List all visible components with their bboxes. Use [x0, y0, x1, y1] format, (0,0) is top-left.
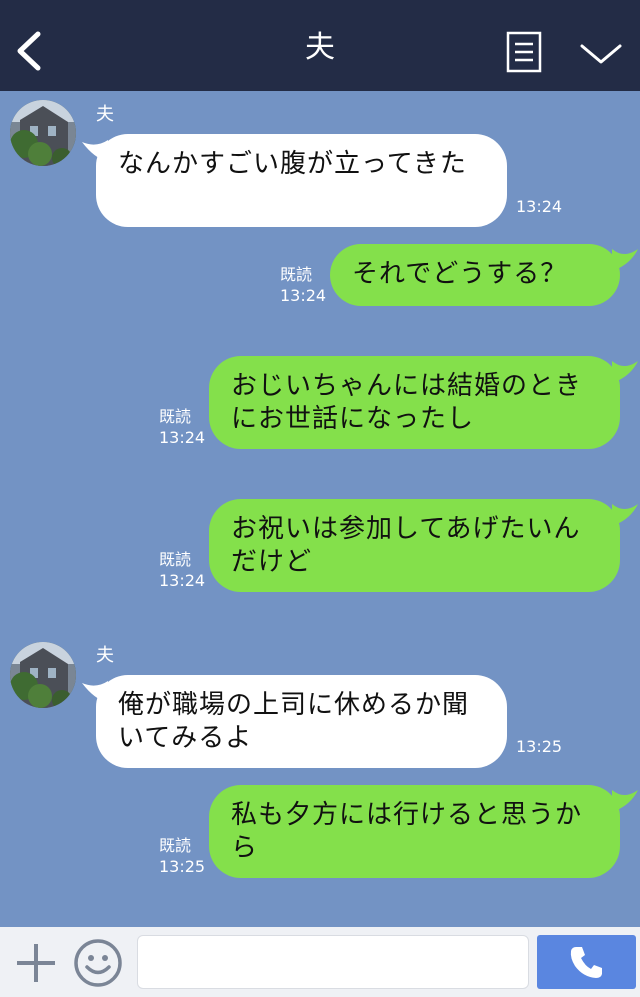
message-bubble[interactable]: 私も夕方には行けると思うから: [209, 785, 620, 878]
message-time: 13:25: [159, 857, 206, 876]
bubble-tail: [612, 504, 638, 526]
phone-icon: [570, 947, 602, 978]
message-time: 13:24: [280, 286, 327, 305]
message-list[interactable]: 夫 なんかすごい腹が立ってきた 13:24 既読 13:24 それでどうする？ …: [0, 91, 640, 927]
message-time: 13:25: [516, 737, 563, 756]
sender-name: 夫: [96, 104, 114, 125]
message-time: 13:24: [159, 428, 206, 447]
message-bubble[interactable]: なんかすごい腹が立ってきた: [96, 134, 507, 227]
plus-icon[interactable]: [14, 941, 58, 985]
chevron-down-icon[interactable]: [578, 38, 624, 68]
read-receipt: 既読: [280, 265, 313, 284]
call-button[interactable]: [537, 935, 636, 989]
message-bubble[interactable]: それでどうする？: [330, 244, 620, 306]
avatar[interactable]: [10, 100, 76, 166]
read-receipt: 既読: [159, 550, 192, 569]
bubble-tail: [612, 361, 638, 383]
message-bubble[interactable]: お祝いは参加してあげたいんだけど: [209, 499, 620, 592]
message-bubble[interactable]: 俺が職場の上司に休めるか聞いてみるよ: [96, 675, 507, 768]
avatar[interactable]: [10, 642, 76, 708]
input-bar: [0, 927, 640, 997]
list-icon[interactable]: [506, 31, 542, 73]
chat-title: 夫: [305, 30, 335, 65]
read-receipt: 既読: [159, 407, 192, 426]
message-time: 13:24: [516, 197, 563, 216]
bubble-tail: [612, 249, 638, 271]
chat-header: 夫: [0, 0, 640, 91]
message-input[interactable]: [137, 935, 529, 989]
read-receipt: 既読: [159, 836, 192, 855]
smiley-icon[interactable]: [73, 938, 123, 988]
message-bubble[interactable]: おじいちゃんには結婚のときにお世話になったし: [209, 356, 620, 449]
bubble-tail: [612, 790, 638, 812]
sender-name: 夫: [96, 645, 114, 666]
message-time: 13:24: [159, 571, 206, 590]
